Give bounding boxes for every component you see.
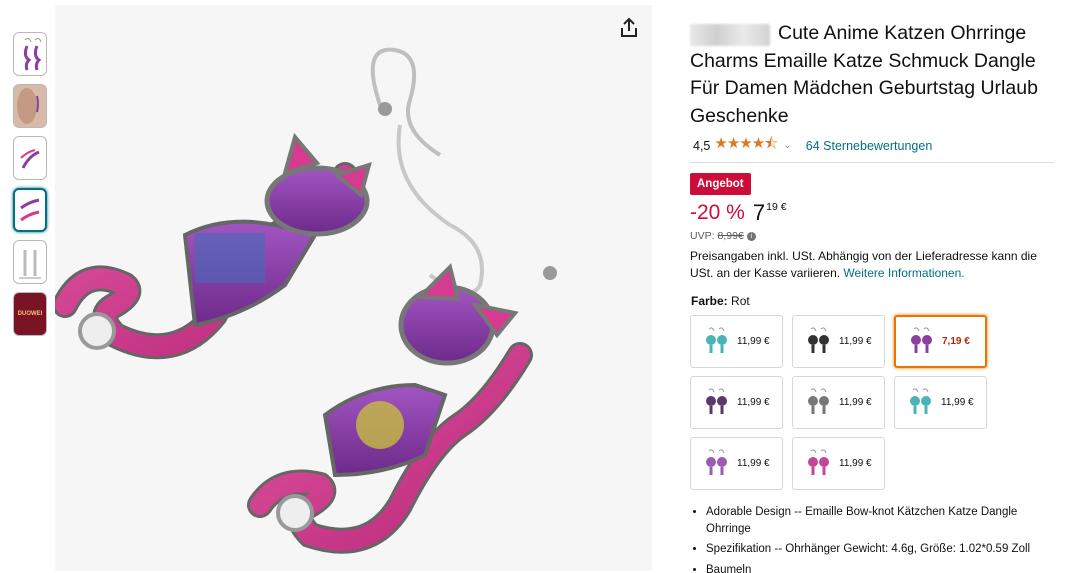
color-swatch[interactable]: 11,99 €: [690, 315, 783, 368]
bullet-item: Spezifikation -- Ohrhänger Gewicht: 4.6g…: [706, 541, 1054, 558]
earrings-thumbnail-image: [23, 37, 42, 71]
swatch-price: 7,19 €: [942, 336, 970, 347]
more-info-link[interactable]: Weitere Informationen.: [843, 266, 964, 280]
rating-row: 4,5 ★★★★⯪ ⌄ 64 Sternebewertungen: [690, 133, 1054, 163]
chevron-down-icon[interactable]: ⌄: [783, 140, 791, 151]
color-label: Farbe:: [691, 294, 728, 308]
earrings-thumbnail-image: [20, 198, 40, 222]
cat-earrings-image: [52, 47, 557, 554]
price-whole: 7: [752, 200, 766, 225]
color-swatch[interactable]: 7,19 €: [894, 315, 987, 368]
swatch-price: 11,99 €: [737, 397, 770, 408]
earring-swatch-image: [808, 448, 829, 475]
swatch-price: 11,99 €: [839, 336, 872, 347]
swatch-price: 11,99 €: [737, 336, 770, 347]
thumb-brand-box[interactable]: DUOWEI: [13, 292, 47, 336]
product-info: Cute Anime Katzen Ohrringe Charms Emaill…: [690, 20, 1054, 573]
thumb-earrings-dimensions[interactable]: [13, 240, 47, 284]
swatch-price: 11,99 €: [839, 397, 872, 408]
swatch-price: 11,99 €: [839, 458, 872, 469]
color-selection-label: Farbe: Rot: [691, 294, 1054, 308]
deal-badge: Angebot: [690, 173, 751, 195]
thumb-earrings-side[interactable]: [13, 136, 47, 180]
thumb-earrings-front[interactable]: [13, 32, 47, 76]
earring-swatch-image: [706, 326, 727, 353]
brand-box-label: DUOWEI: [17, 311, 43, 317]
price-fraction: 19 €: [766, 201, 787, 213]
color-swatches: 11,99 € 11,99 € 7,19 € 11,99 € 11,99 € 11,99 …: [690, 315, 1054, 490]
rating-value: 4,5: [693, 138, 711, 153]
earring-swatch-image: [808, 326, 829, 353]
color-swatch[interactable]: 11,99 €: [894, 376, 987, 429]
main-product-image[interactable]: [52, 5, 652, 571]
share-icon[interactable]: [617, 16, 641, 40]
model-thumbnail-image: [17, 88, 39, 124]
uvp-label: UVP:: [690, 230, 715, 242]
bullet-item: Adorable Design -- Emaille Bow-knot Kätz…: [706, 504, 1054, 537]
feature-bullets: Adorable Design -- Emaille Bow-knot Kätz…: [690, 504, 1054, 573]
swatch-price: 11,99 €: [737, 458, 770, 469]
tax-notice: Preisangaben inkl. USt. Abhängig von der…: [690, 248, 1054, 282]
earrings-thumbnail-image: [20, 149, 40, 169]
earrings-thumbnail-image: [19, 250, 41, 279]
thumb-model[interactable]: [13, 84, 47, 128]
color-swatch[interactable]: 11,99 €: [792, 315, 885, 368]
earring-swatch-image: [706, 387, 727, 414]
earring-swatch-image: [808, 387, 829, 414]
color-swatch[interactable]: 11,99 €: [690, 437, 783, 490]
reviews-link[interactable]: 64 Sternebewertungen: [806, 139, 932, 153]
earring-swatch-image: [706, 448, 727, 475]
swatch-price: 11,99 €: [941, 397, 974, 408]
thumb-earrings-diagonal[interactable]: [13, 188, 47, 232]
list-price: UVP: 8,99€ i: [690, 230, 1054, 242]
earring-swatch-image: [910, 387, 931, 414]
uvp-value: 8,99€: [717, 230, 744, 242]
bullet-item: Baumeln: [706, 562, 1054, 573]
star-rating-icon[interactable]: ★★★★⯪: [714, 133, 778, 158]
earring-swatch-image: [911, 326, 932, 353]
thumbnail-strip: DUOWEI: [13, 32, 49, 344]
product-title: Cute Anime Katzen Ohrringe Charms Emaill…: [690, 22, 1038, 127]
discount-percent: -20 %: [690, 201, 745, 224]
price-row: -20 % 7 19 €: [690, 201, 1054, 225]
color-swatch[interactable]: 11,99 €: [792, 437, 885, 490]
color-value: Rot: [731, 294, 750, 308]
color-swatch[interactable]: 11,99 €: [690, 376, 783, 429]
info-icon[interactable]: i: [746, 231, 756, 241]
color-swatch[interactable]: 11,99 €: [792, 376, 885, 429]
